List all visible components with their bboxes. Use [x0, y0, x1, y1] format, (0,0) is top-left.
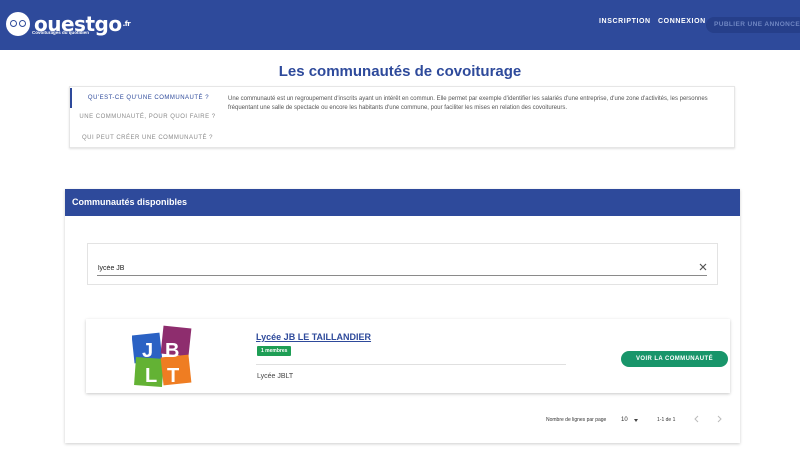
tab-who-can-create[interactable]: QUI PEUT CRÉER UNE COMMUNAUTÉ ?: [70, 128, 225, 148]
community-description: Lycée JBLT: [257, 373, 294, 380]
caret-down-icon[interactable]: [634, 419, 638, 422]
top-navbar: ouestgo.fr Covoiturages du quotidien INS…: [0, 0, 800, 50]
logo-letter-t: T: [167, 365, 179, 387]
communities-section: Communautés disponibles J B L T Lycée JB…: [65, 189, 740, 443]
community-logo: J B L T: [132, 325, 192, 387]
members-badge: 1 membres: [257, 346, 292, 356]
community-name-link[interactable]: Lycée JB LE TAILLANDIER: [256, 332, 371, 342]
nav-login-link[interactable]: CONNEXION: [658, 18, 706, 25]
view-community-button[interactable]: VOIR LA COMMUNAUTÉ: [621, 351, 728, 367]
page-title: Les communautés de covoiturage: [278, 63, 522, 80]
logo-letter-l: L: [145, 365, 157, 387]
brand-suffix: .fr: [122, 20, 131, 28]
chevron-right-icon[interactable]: [714, 414, 724, 424]
logo-letter-j: J: [142, 340, 153, 362]
search-panel: [87, 243, 718, 285]
tab-what-is-community[interactable]: QU'EST-CE QU'UNE COMMUNAUTÉ ?: [70, 88, 225, 108]
owl-eyes-icon: [6, 12, 30, 36]
clear-search-icon[interactable]: [698, 262, 708, 272]
publish-ad-button[interactable]: PUBLIER UNE ANNONCE: [706, 17, 800, 33]
community-card: J B L T Lycée JB LE TAILLANDIER 1 membre…: [86, 319, 730, 393]
logo-letter-b: B: [165, 340, 179, 362]
nav-signup-link[interactable]: INSCRIPTION: [599, 18, 651, 25]
brand-tagline: Covoiturages du quotidien: [32, 30, 89, 35]
tab-community-purpose[interactable]: UNE COMMUNAUTÉ, POUR QUOI FAIRE ?: [70, 107, 225, 127]
rows-per-page-label: Nombre de lignes par page: [546, 417, 607, 423]
pagination-range: 1-1 de 1: [657, 417, 676, 423]
divider: [256, 364, 566, 365]
rows-per-page-select[interactable]: 10: [621, 415, 641, 425]
chevron-left-icon[interactable]: [692, 414, 702, 424]
section-heading: Communautés disponibles: [65, 189, 740, 216]
info-text: Une communauté est un regroupement d'ins…: [228, 96, 708, 111]
community-info-card: QU'EST-CE QU'UNE COMMUNAUTÉ ? UNE COMMUN…: [69, 86, 735, 148]
community-search-input[interactable]: [97, 261, 707, 276]
